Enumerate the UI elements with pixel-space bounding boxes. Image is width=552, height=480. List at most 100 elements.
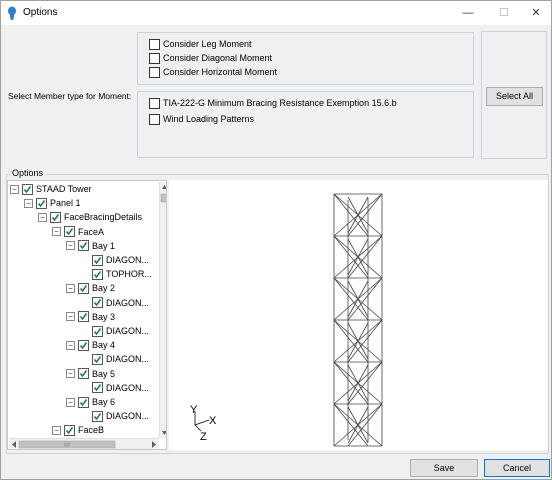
tree-checkbox[interactable]	[50, 211, 61, 223]
tower-diagonal	[333, 319, 369, 363]
tree-item-label: Bay 3	[92, 311, 116, 322]
tree-collapse-icon[interactable]: −	[52, 425, 61, 435]
consider-diagonal-moment-option[interactable]: Consider Diagonal Moment	[149, 52, 272, 64]
tower-diagonal	[347, 235, 383, 279]
tower-diagonal	[333, 277, 369, 321]
tree-item[interactable]: DIAGON...	[80, 253, 149, 267]
options-tree[interactable]: − STAAD Tower − Panel 1− FaceBracingDetails −…	[7, 180, 167, 450]
tree-item[interactable]: − FaceB	[52, 423, 104, 437]
tree-checkbox[interactable]	[64, 226, 75, 238]
tree-item-label: DIAGON...	[106, 411, 150, 422]
close-icon: ✕	[531, 7, 541, 19]
tree-item[interactable]: − Bay 2	[66, 281, 115, 295]
tree-checkbox[interactable]	[92, 254, 103, 266]
tree-checkbox[interactable]	[78, 368, 89, 380]
tree-checkbox[interactable]	[92, 382, 103, 394]
tree-item[interactable]: − Bay 6	[66, 395, 115, 409]
tree-collapse-icon[interactable]: −	[10, 184, 19, 194]
checkmark-icon	[79, 398, 88, 406]
consider-diagonal-moment-checkbox[interactable]	[149, 52, 160, 64]
tree-checkbox[interactable]	[36, 197, 47, 209]
title-bar: Options — ☐ ✕	[1, 1, 551, 25]
consider-leg-moment-checkbox[interactable]	[149, 38, 160, 50]
tree-checkbox[interactable]	[78, 240, 89, 252]
tower-diagonal	[347, 193, 383, 237]
tree-checkbox[interactable]	[78, 396, 89, 408]
consider-horizontal-moment-checkbox[interactable]	[149, 66, 160, 78]
tower-diagonal	[347, 361, 383, 405]
member-type-label: Select Member type for Moment:	[8, 91, 132, 101]
tree-checkbox[interactable]	[92, 353, 103, 365]
tree-item-label: Bay 5	[92, 368, 116, 379]
scrollbar-h-arrows-icon	[12, 440, 156, 449]
tree-checkbox[interactable]	[92, 268, 103, 280]
tower-diagonal	[347, 319, 383, 363]
tree-checkbox[interactable]	[92, 410, 103, 422]
tree-horizontal-scrollbar[interactable]	[9, 438, 159, 449]
checkmark-icon	[93, 327, 102, 335]
tree-item[interactable]: − Bay 5	[66, 367, 115, 381]
tree-item-label: FaceBracingDetails	[64, 212, 143, 223]
tree-item[interactable]: DIAGON...	[80, 381, 149, 395]
tia-exemption-checkbox[interactable]	[149, 97, 160, 109]
window-title: Options	[23, 7, 58, 18]
tree-collapse-icon[interactable]: −	[66, 369, 75, 379]
tower-model: Y X Z	[190, 193, 383, 447]
save-button[interactable]: Save	[410, 459, 478, 477]
tree-item[interactable]: DIAGON...	[80, 352, 149, 366]
tree-item[interactable]: − Bay 4	[66, 338, 115, 352]
tree-item-label: DIAGON...	[106, 255, 150, 265]
checkmark-icon	[23, 185, 32, 193]
checkmark-icon	[93, 256, 102, 264]
tree-checkbox[interactable]	[92, 297, 103, 309]
tree-checkbox[interactable]	[22, 183, 33, 195]
tree-item[interactable]: − STAAD Tower	[10, 182, 92, 196]
tia-exemption-option[interactable]: TIA-222-G Minimum Bracing Resistance Exe…	[149, 97, 397, 109]
tree-item[interactable]: DIAGON...	[80, 324, 149, 338]
tree-checkbox[interactable]	[92, 325, 103, 337]
tree-item-label: FaceB	[78, 425, 105, 436]
checkmark-icon	[37, 199, 46, 207]
tree-item[interactable]: DIAGON...	[80, 296, 149, 310]
tree-checkbox[interactable]	[78, 282, 89, 294]
wind-loading-patterns-checkbox[interactable]	[149, 113, 160, 125]
minimize-button[interactable]: —	[453, 1, 483, 25]
tree-checkbox[interactable]	[78, 311, 89, 323]
consider-leg-moment-option[interactable]: Consider Leg Moment	[149, 38, 252, 50]
tree-vertical-scrollbar[interactable]	[159, 182, 166, 438]
close-button[interactable]: ✕	[521, 1, 551, 25]
options-dialog: Options — ☐ ✕ Consider Leg Moment Consid…	[0, 0, 552, 480]
checkmark-icon	[93, 355, 102, 364]
tree-collapse-icon[interactable]: −	[66, 283, 75, 293]
tree-item[interactable]: DIAGON...	[80, 409, 149, 423]
consider-horizontal-moment-option[interactable]: Consider Horizontal Moment	[149, 66, 277, 78]
tree-item[interactable]: − FaceA	[52, 225, 104, 239]
tree-checkbox[interactable]	[78, 339, 89, 351]
tower-diagonal	[333, 235, 369, 279]
tree-collapse-icon[interactable]: −	[52, 227, 61, 237]
tree-collapse-icon[interactable]: −	[66, 312, 75, 322]
tree-collapse-icon[interactable]: −	[38, 212, 47, 222]
checkmark-icon	[65, 426, 74, 435]
tree-item[interactable]: − Panel 1	[24, 196, 81, 210]
tree-checkbox[interactable]	[64, 424, 75, 436]
options-group-label: Options	[10, 168, 46, 178]
tree-item[interactable]: − Bay 3	[66, 310, 115, 324]
tree-collapse-icon[interactable]: −	[66, 397, 75, 407]
tower-3d-viewer[interactable]: Y X Z	[169, 180, 548, 450]
tree-item[interactable]: TOPHOR...	[80, 267, 152, 281]
tree-item-label: Panel 1	[50, 198, 81, 209]
cancel-button[interactable]: Cancel	[484, 459, 550, 477]
tree-item[interactable]: − Bay 1	[66, 239, 115, 253]
tree-collapse-icon[interactable]: −	[66, 340, 75, 350]
checkmark-icon	[93, 299, 102, 307]
tree-collapse-icon[interactable]: −	[66, 241, 75, 251]
tree-item[interactable]: − FaceBracingDetails	[38, 210, 142, 224]
axis-y-label: Y	[190, 404, 198, 416]
axis-triad: Y X Z	[190, 404, 217, 443]
wind-loading-patterns-option[interactable]: Wind Loading Patterns	[149, 113, 254, 125]
tree-collapse-icon[interactable]: −	[24, 198, 33, 208]
maximize-button[interactable]: ☐	[489, 1, 519, 25]
checkmark-icon	[51, 213, 60, 222]
select-all-button[interactable]: Select All	[486, 87, 543, 106]
